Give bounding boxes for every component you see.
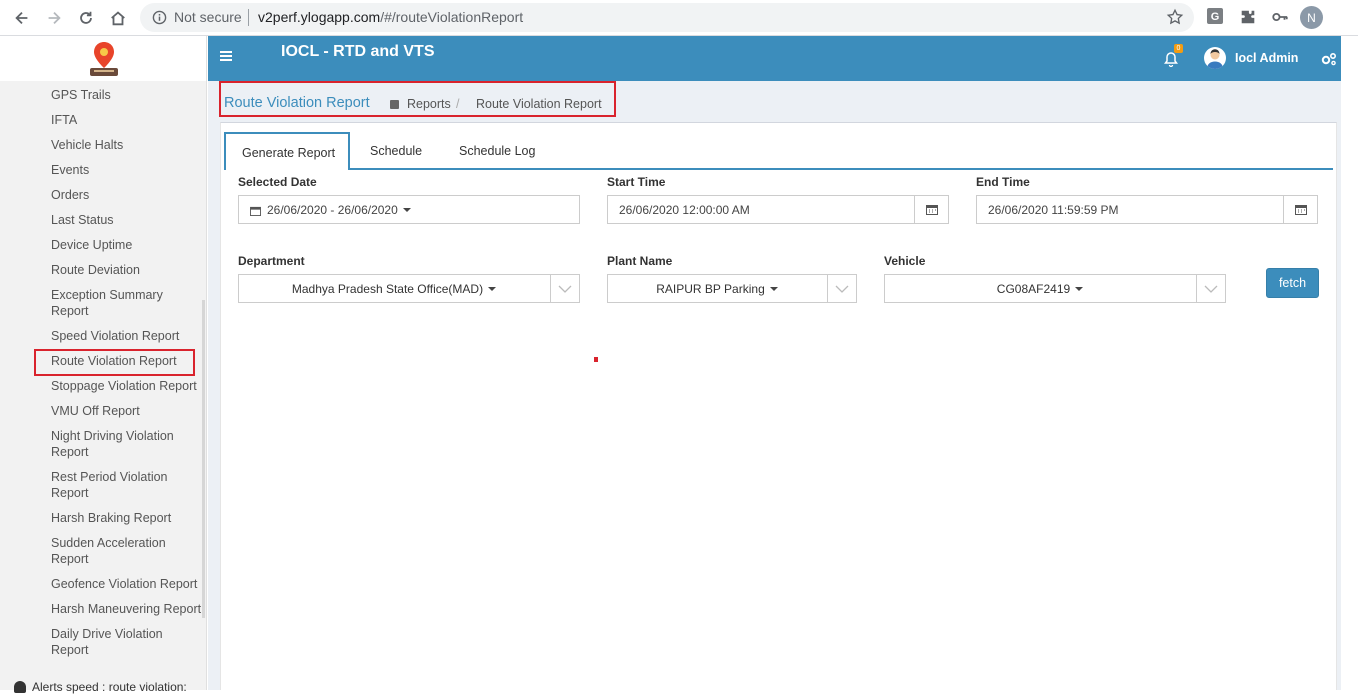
chevron-down-icon[interactable]	[827, 275, 856, 302]
start-time-calendar-button[interactable]	[914, 195, 949, 224]
alerts-text: Alerts speed : route violation:	[32, 680, 187, 694]
profile-avatar[interactable]: N	[1300, 6, 1323, 29]
sidebar-item-device-uptime[interactable]: Device Uptime	[51, 237, 203, 253]
sidebar-item-rest-period[interactable]: Rest Period Violation Report	[51, 469, 181, 501]
tab-generate-label: Generate Report	[242, 146, 336, 160]
end-time-calendar-button[interactable]	[1283, 195, 1318, 224]
tab-schedule[interactable]: Schedule	[370, 144, 422, 158]
plant-name-select[interactable]: RAIPUR BP Parking	[607, 274, 857, 303]
reload-icon[interactable]	[72, 4, 100, 32]
chevron-down-icon[interactable]	[1196, 275, 1225, 302]
calendar-icon	[925, 205, 938, 215]
sidebar-item-geofence-violation[interactable]: Geofence Violation Report	[51, 576, 207, 592]
sidebar-item-night-driving[interactable]: Night Driving Violation Report	[51, 428, 186, 460]
start-time-value: 26/06/2020 12:00:00 AM	[619, 203, 750, 217]
plant-name-value: RAIPUR BP Parking	[608, 282, 826, 296]
sidebar-item-stoppage-violation[interactable]: Stoppage Violation Report	[51, 378, 207, 394]
start-time-label: Start Time	[607, 175, 666, 189]
tab-underline	[224, 168, 1333, 170]
bookmark-star-icon[interactable]	[1166, 8, 1184, 26]
settings-gears-icon[interactable]	[1321, 52, 1337, 66]
home-icon[interactable]	[104, 4, 132, 32]
right-edge	[1341, 36, 1358, 690]
alert-bell-icon	[14, 681, 26, 693]
sidebar-item-vehicle-halts[interactable]: Vehicle Halts	[51, 137, 203, 153]
sidebar-item-last-status[interactable]: Last Status	[51, 212, 203, 228]
loading-indicator	[594, 357, 598, 362]
caret-down-icon	[769, 287, 778, 291]
caret-down-icon	[402, 208, 411, 212]
sidebar-item-sudden-acceleration[interactable]: Sudden Acceleration Report	[51, 535, 181, 567]
vehicle-value: CG08AF2419	[885, 282, 1195, 296]
selected-date-label: Selected Date	[238, 175, 317, 189]
sidebar-item-daily-drive[interactable]: Daily Drive Violation Report	[51, 626, 181, 658]
user-avatar[interactable]	[1204, 47, 1226, 69]
logo-area	[0, 36, 206, 81]
notification-badge: 0	[1174, 44, 1183, 53]
key-icon[interactable]	[1271, 8, 1289, 26]
plant-name-label: Plant Name	[607, 254, 673, 268]
url-path: /#/routeViolationReport	[380, 9, 524, 25]
alerts-row[interactable]: Alerts speed : route violation:	[14, 680, 211, 694]
extensions-puzzle-icon[interactable]	[1239, 8, 1257, 26]
omnibox-separator	[248, 9, 249, 26]
info-icon[interactable]	[152, 10, 167, 25]
security-label: Not secure	[174, 9, 242, 25]
vehicle-select[interactable]: CG08AF2419	[884, 274, 1226, 303]
fetch-button[interactable]: fetch	[1266, 268, 1319, 298]
department-select[interactable]: Madhya Pradesh State Office(MAD)	[238, 274, 580, 303]
sidebar-item-orders[interactable]: Orders	[51, 187, 203, 203]
end-time-value: 26/06/2020 11:59:59 PM	[988, 203, 1119, 217]
notification-bell-icon[interactable]	[1164, 51, 1178, 67]
selected-date-range-picker[interactable]: 26/06/2020 - 26/06/2020	[238, 195, 580, 224]
forward-icon[interactable]	[40, 4, 68, 32]
department-value: Madhya Pradesh State Office(MAD)	[239, 282, 549, 296]
caret-down-icon	[1075, 287, 1084, 291]
url-domain: v2perf.ylogapp.com	[258, 9, 381, 25]
tab-schedule-log[interactable]: Schedule Log	[459, 144, 535, 158]
sidebar-item-ifta[interactable]: IFTA	[51, 112, 203, 128]
start-time-input[interactable]: 26/06/2020 12:00:00 AM	[607, 195, 949, 224]
sidebar-item-events[interactable]: Events	[51, 162, 203, 178]
sidebar-item-harsh-braking[interactable]: Harsh Braking Report	[51, 510, 203, 526]
caret-down-icon	[488, 287, 497, 291]
back-icon[interactable]	[8, 4, 36, 32]
selected-date-value: 26/06/2020 - 26/06/2020	[267, 203, 411, 217]
sidebar-item-speed-violation[interactable]: Speed Violation Report	[51, 328, 203, 344]
extension-g-icon[interactable]: G	[1207, 8, 1223, 24]
sidebar-scrollbar[interactable]	[202, 300, 205, 618]
chevron-down-icon[interactable]	[550, 275, 579, 302]
tab-generate-report[interactable]: Generate Report	[224, 132, 350, 170]
highlight-box-header	[219, 81, 616, 117]
url-text[interactable]: v2perf.ylogapp.com/#/routeViolationRepor…	[258, 9, 523, 25]
sidebar-item-vmu-off[interactable]: VMU Off Report	[51, 403, 203, 419]
end-time-input[interactable]: 26/06/2020 11:59:59 PM	[976, 195, 1318, 224]
calendar-icon	[1294, 205, 1307, 215]
browser-toolbar: Not secure v2perf.ylogapp.com/#/routeVio…	[0, 0, 1358, 36]
end-time-label: End Time	[976, 175, 1030, 189]
highlight-box-sidebar	[34, 349, 195, 376]
sidebar-item-harsh-maneuvering[interactable]: Harsh Maneuvering Report	[51, 601, 207, 617]
address-bar[interactable]: Not secure v2perf.ylogapp.com/#/routeVio…	[140, 3, 1194, 32]
hamburger-menu-icon[interactable]	[220, 51, 232, 61]
sidebar-item-route-deviation[interactable]: Route Deviation	[51, 262, 203, 278]
calendar-icon	[250, 206, 261, 216]
vehicle-label: Vehicle	[884, 254, 926, 268]
app-header: IOCL - RTD and VTS 0 Iocl Admin	[208, 36, 1341, 81]
app-title: IOCL - RTD and VTS	[281, 43, 435, 60]
department-label: Department	[238, 254, 305, 268]
sidebar-item-exception-summary[interactable]: Exception Summary Report	[51, 287, 181, 319]
sidebar-item-gps-trails[interactable]: GPS Trails	[51, 87, 203, 103]
app-logo[interactable]	[86, 40, 122, 78]
user-name[interactable]: Iocl Admin	[1235, 51, 1298, 65]
